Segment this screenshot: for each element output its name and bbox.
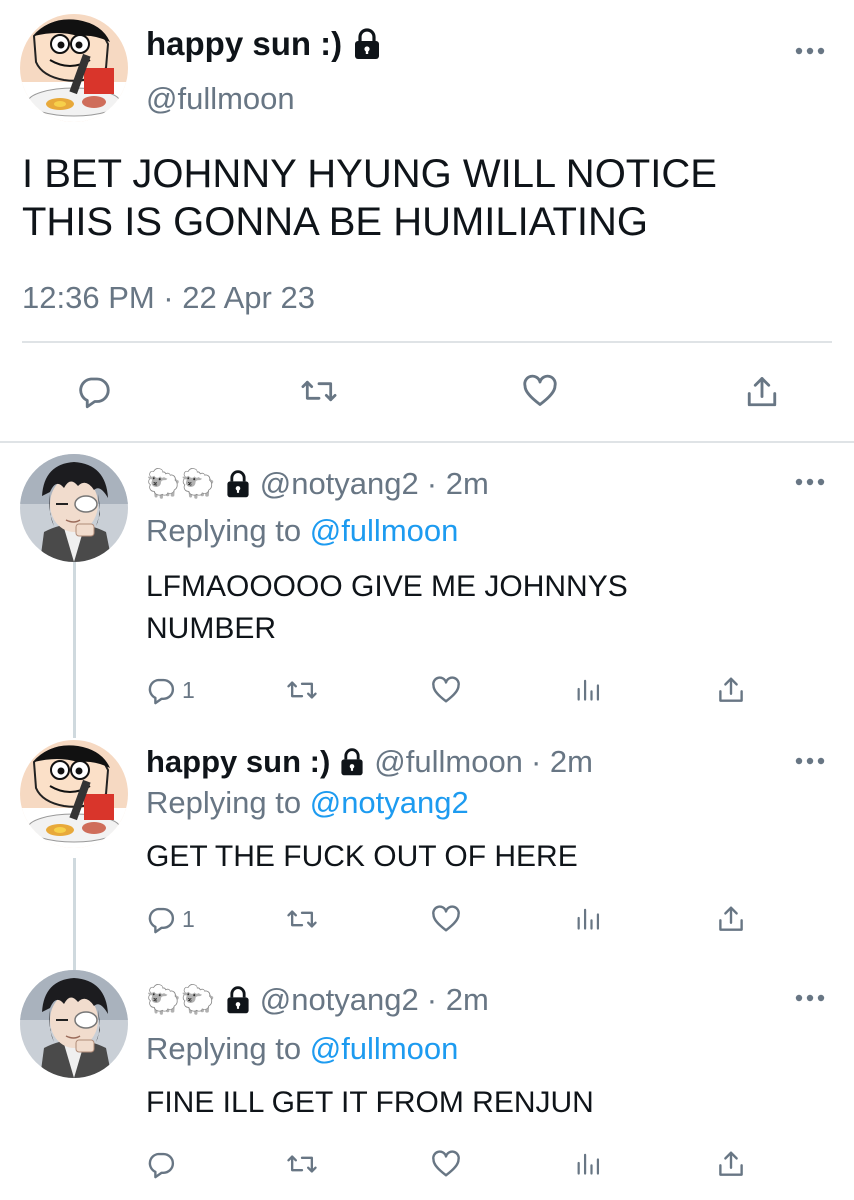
handle[interactable]: @fullmoon [374, 744, 523, 780]
tweet-text: FINE ILL GET IT FROM RENJUN [146, 1082, 594, 1124]
views-button[interactable] [574, 674, 602, 704]
reply-button[interactable] [76, 373, 112, 409]
time[interactable]: · 2m [427, 982, 489, 1018]
avatar[interactable] [20, 14, 128, 122]
share-button[interactable] [716, 1148, 746, 1180]
handle[interactable]: @fullmoon [146, 80, 295, 118]
heart-icon [430, 904, 462, 934]
reply-button[interactable]: 1 [146, 675, 195, 705]
time[interactable]: · 2m [427, 466, 489, 502]
retweet-button[interactable] [300, 373, 338, 409]
lock-icon [224, 469, 252, 499]
replying-to-link[interactable]: @notyang2 [310, 785, 469, 820]
like-button[interactable] [430, 1149, 462, 1179]
tweet-text: GET THE FUCK OUT OF HERE [146, 836, 578, 878]
share-button[interactable] [716, 674, 746, 706]
avatar[interactable] [20, 740, 128, 848]
like-button[interactable] [521, 373, 559, 409]
heart-icon [521, 373, 559, 409]
views-button[interactable] [574, 1148, 602, 1178]
tweet-text: I BET JOHNNY HYUNG WILL NOTICE THIS IS G… [22, 150, 717, 246]
reply-count: 1 [182, 905, 195, 932]
replying-prefix: Replying to [146, 1031, 302, 1066]
retweet-button[interactable] [286, 904, 318, 934]
lock-icon [224, 985, 252, 1015]
more-icon[interactable] [794, 756, 826, 766]
reply-header: happy sun :) @fullmoon · 2m [146, 744, 593, 780]
retweet-icon [286, 904, 318, 934]
avatar[interactable] [20, 454, 128, 562]
tweet-text-line: LFMAOOOOO GIVE ME JOHNNYS [146, 570, 628, 603]
display-name[interactable]: happy sun :) [146, 24, 342, 64]
analytics-icon [574, 1148, 602, 1178]
tweet-text-line: NUMBER [146, 612, 277, 645]
thread-line [73, 562, 76, 738]
analytics-icon [574, 903, 602, 933]
reply-icon [146, 1149, 176, 1179]
replying-prefix: Replying to [146, 513, 302, 548]
replying-to: Replying to @fullmoon [146, 1031, 458, 1067]
replying-to-link[interactable]: @fullmoon [310, 513, 459, 548]
share-button[interactable] [716, 903, 746, 935]
display-name-row: happy sun :) [146, 24, 382, 64]
share-icon [716, 1148, 746, 1180]
replying-prefix: Replying to [146, 785, 302, 820]
lock-icon [338, 747, 366, 777]
reply-header: 🐑🐑 @notyang2 · 2m [146, 982, 489, 1018]
handle[interactable]: @notyang2 [260, 982, 419, 1018]
heart-icon [430, 1149, 462, 1179]
heart-icon [430, 675, 462, 705]
replying-to: Replying to @fullmoon [146, 513, 458, 549]
analytics-icon [574, 674, 602, 704]
retweet-icon [286, 1149, 318, 1179]
thread-line [73, 858, 76, 970]
retweet-button[interactable] [286, 675, 318, 705]
like-button[interactable] [430, 904, 462, 934]
views-button[interactable] [574, 903, 602, 933]
avatar[interactable] [20, 970, 128, 1078]
reply-header: 🐑🐑 @notyang2 · 2m [146, 466, 489, 502]
retweet-button[interactable] [286, 1149, 318, 1179]
share-button[interactable] [744, 373, 780, 411]
more-icon[interactable] [794, 477, 826, 487]
timestamp[interactable]: 12:36 PM · 22 Apr 23 [22, 280, 315, 316]
reply-icon [146, 675, 176, 705]
tweet-text: LFMAOOOOO GIVE ME JOHNNYS NUMBER [146, 566, 628, 650]
reply-button[interactable]: 1 [146, 904, 195, 934]
more-icon[interactable] [794, 46, 826, 56]
replying-to: Replying to @notyang2 [146, 785, 469, 821]
like-button[interactable] [430, 675, 462, 705]
share-icon [716, 903, 746, 935]
retweet-icon [300, 373, 338, 409]
tweet-text-line: I BET JOHNNY HYUNG WILL NOTICE [22, 152, 717, 196]
display-name[interactable]: 🐑🐑 [146, 466, 216, 502]
more-icon[interactable] [794, 993, 826, 1003]
time[interactable]: · 2m [531, 744, 593, 780]
divider [0, 441, 854, 443]
display-name[interactable]: 🐑🐑 [146, 982, 216, 1018]
reply-button[interactable] [146, 1149, 182, 1179]
tweet-text-line: THIS IS GONNA BE HUMILIATING [22, 200, 649, 244]
lock-icon [352, 27, 382, 61]
share-icon [744, 373, 780, 411]
retweet-icon [286, 675, 318, 705]
tweet-text-line: FINE ILL GET IT FROM RENJUN [146, 1086, 594, 1119]
replying-to-link[interactable]: @fullmoon [310, 1031, 459, 1066]
display-name[interactable]: happy sun :) [146, 744, 330, 780]
reply-icon [146, 904, 176, 934]
tweet-text-line: GET THE FUCK OUT OF HERE [146, 840, 578, 873]
divider [22, 341, 832, 343]
handle[interactable]: @notyang2 [260, 466, 419, 502]
share-icon [716, 674, 746, 706]
reply-icon [76, 373, 112, 409]
reply-count: 1 [182, 676, 195, 703]
